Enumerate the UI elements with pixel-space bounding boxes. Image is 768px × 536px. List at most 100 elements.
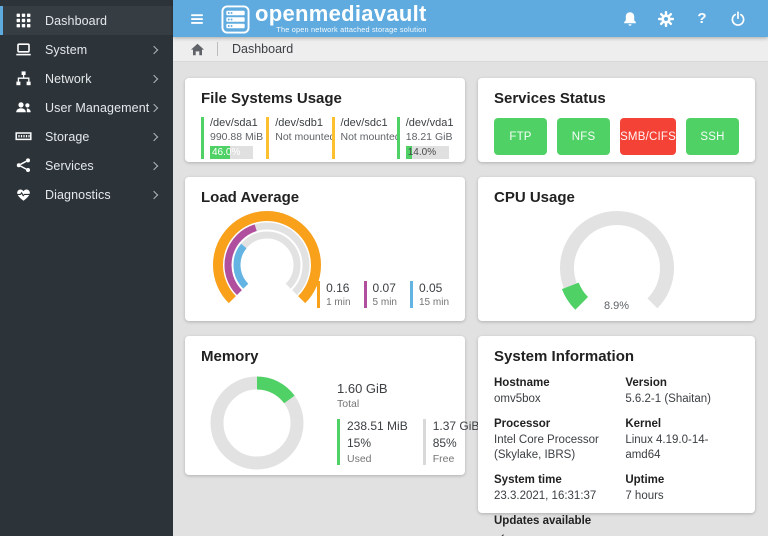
app-tagline: The open network attached storage soluti… [276, 25, 427, 35]
chevron-right-icon [149, 161, 159, 170]
field-label: Processor [494, 417, 551, 430]
sidebar-item-dashboard[interactable]: Dashboard [0, 6, 173, 35]
question-icon: ? [697, 10, 707, 27]
chevron-right-icon [149, 103, 159, 112]
filesystem-detail: 18.21 GiB [405, 131, 453, 143]
app-logo: openmediavault The open network attached… [221, 3, 427, 35]
memory-donut-chart [210, 376, 304, 470]
stat-percent: 15% [347, 436, 372, 450]
sysinfo-field-processor: Processor Intel Core Processor (Skylake,… [494, 418, 613, 463]
sidebar-item-storage[interactable]: Storage [0, 122, 173, 151]
field-value: Linux 4.19.0-14-amd64 [625, 433, 709, 461]
services-status-card: Services Status FTP NFS SMB/CIFS SSH [478, 78, 755, 162]
card-title: Load Average [201, 189, 300, 206]
sysinfo-field-kernel: Kernel Linux 4.19.0-14-amd64 [625, 418, 739, 463]
sidebar-item-label: Diagnostics [45, 187, 111, 202]
filesystem-detail: Not mounted [340, 131, 401, 143]
field-value: omv5box [494, 393, 541, 405]
field-label: Updates available [494, 514, 592, 527]
memory-total-value: 1.60 GiB [337, 381, 388, 396]
sidebar-item-label: Dashboard [45, 13, 108, 28]
field-value: 7 hours [625, 489, 664, 502]
field-label: Version [625, 377, 667, 389]
breadcrumb-page: Dashboard [232, 42, 294, 56]
app-header: openmediavault The open network attached… [173, 0, 768, 37]
service-status-badge-ftp: FTP [494, 118, 548, 155]
sidebar-item-user-management[interactable]: User Management [0, 93, 173, 122]
chevron-right-icon [149, 45, 159, 54]
home-icon[interactable] [190, 42, 205, 57]
field-value: 5.6.2-1 (Shaitan) [625, 393, 711, 405]
memory-card: Memory 1.60 GiB Total 238.51 MiB 15% Use… [185, 336, 479, 475]
sidebar-item-label: System [45, 42, 88, 57]
cpu-usage-card: CPU Usage 8.9% [478, 177, 755, 321]
updates-check-icon: ✓ [494, 530, 613, 536]
legend-value: 0.16 [326, 281, 350, 295]
sysinfo-field-system-time: System time 23.3.2021, 16:31:37 [494, 474, 613, 504]
sidebar-item-label: Storage [45, 129, 90, 144]
load-legend: 0.16 1 min 0.07 5 min 0.05 15 min [317, 281, 449, 308]
usage-percent-label: 46.0% [212, 147, 241, 158]
settings-button[interactable] [652, 4, 680, 34]
stat-label: Free [432, 453, 455, 465]
system-icon [15, 41, 32, 58]
filesystem-item: /dev/vda1 18.21 GiB 14.0% [396, 117, 454, 159]
services-icon [15, 157, 32, 174]
filesystem-item: /dev/sda1 990.88 MiB 46.0% [201, 117, 264, 159]
sysinfo-field-updates-available: Updates available ✓ [494, 515, 613, 536]
menu-icon [191, 13, 203, 24]
legend-item-15min: 0.05 15 min [409, 281, 449, 308]
breadcrumb: Dashboard [173, 37, 768, 62]
dashboard-content: File Systems Usage /dev/sda1 990.88 MiB … [173, 62, 768, 536]
sidebar-item-label: User Management [45, 100, 150, 115]
legend-item-5min: 0.07 5 min [363, 281, 397, 308]
sidebar-item-diagnostics[interactable]: Diagnostics [0, 180, 173, 209]
bell-icon [624, 11, 636, 26]
filesystem-device: /dev/vda1 [405, 117, 454, 129]
breadcrumb-divider [217, 42, 218, 56]
memory-total-label: Total [337, 398, 360, 410]
dashboard-icon [15, 12, 32, 29]
filesystem-device: /dev/sdb1 [275, 117, 323, 129]
legend-value: 0.07 [372, 281, 396, 295]
field-value: Intel Core Processor (Skylake, IBRS) [494, 433, 599, 461]
filesystem-detail: 990.88 MiB [210, 131, 264, 143]
sysinfo-field-hostname: Hostname omv5box [494, 377, 613, 407]
users-icon [15, 99, 32, 116]
load-average-card: Load Average 0.16 1 min 0.07 5 min 0.05 … [185, 177, 465, 321]
chevron-right-icon [149, 132, 159, 141]
card-title: CPU Usage [494, 189, 575, 206]
card-title: System Information [494, 348, 635, 365]
power-icon [731, 10, 745, 26]
app-root: Dashboard System Network User Management [0, 0, 768, 536]
notifications-button[interactable] [616, 4, 644, 34]
power-button[interactable] [724, 4, 752, 34]
card-title: Memory [201, 348, 259, 365]
network-icon [15, 70, 32, 87]
legend-item-1min: 0.16 1 min [317, 281, 351, 308]
memory-used-stat: 238.51 MiB 15% Used [337, 419, 408, 465]
sidebar: Dashboard System Network User Management [0, 0, 173, 536]
chevron-right-icon [149, 190, 159, 199]
filesystem-device: /dev/sdc1 [340, 117, 388, 129]
help-button[interactable]: ? [688, 4, 716, 34]
system-information-card: System Information Hostname omv5box Vers… [478, 336, 755, 536]
legend-value: 0.05 [418, 281, 443, 295]
legend-label: 5 min [372, 297, 397, 308]
service-status-badge-ssh: SSH [685, 118, 740, 155]
stat-percent: 85% [432, 436, 457, 450]
legend-label: 1 min [326, 297, 351, 308]
usage-progress-bar: 14.0% [405, 146, 449, 159]
field-label: System time [494, 473, 562, 486]
hamburger-menu-button[interactable] [183, 4, 211, 34]
service-status-badge-smb: SMB/CIFS [620, 118, 676, 155]
service-status-badge-nfs: NFS [557, 118, 611, 155]
filesystem-item: /dev/sdc1 Not mounted [331, 117, 401, 159]
cpu-percent-label: 8.9% [603, 300, 630, 312]
memory-free-stat: 1.37 GiB 85% Free [422, 419, 479, 465]
sidebar-item-system[interactable]: System [0, 35, 173, 64]
openmediavault-logo-icon [221, 5, 250, 34]
field-label: Uptime [625, 473, 665, 486]
sidebar-item-services[interactable]: Services [0, 151, 173, 180]
sidebar-item-network[interactable]: Network [0, 64, 173, 93]
